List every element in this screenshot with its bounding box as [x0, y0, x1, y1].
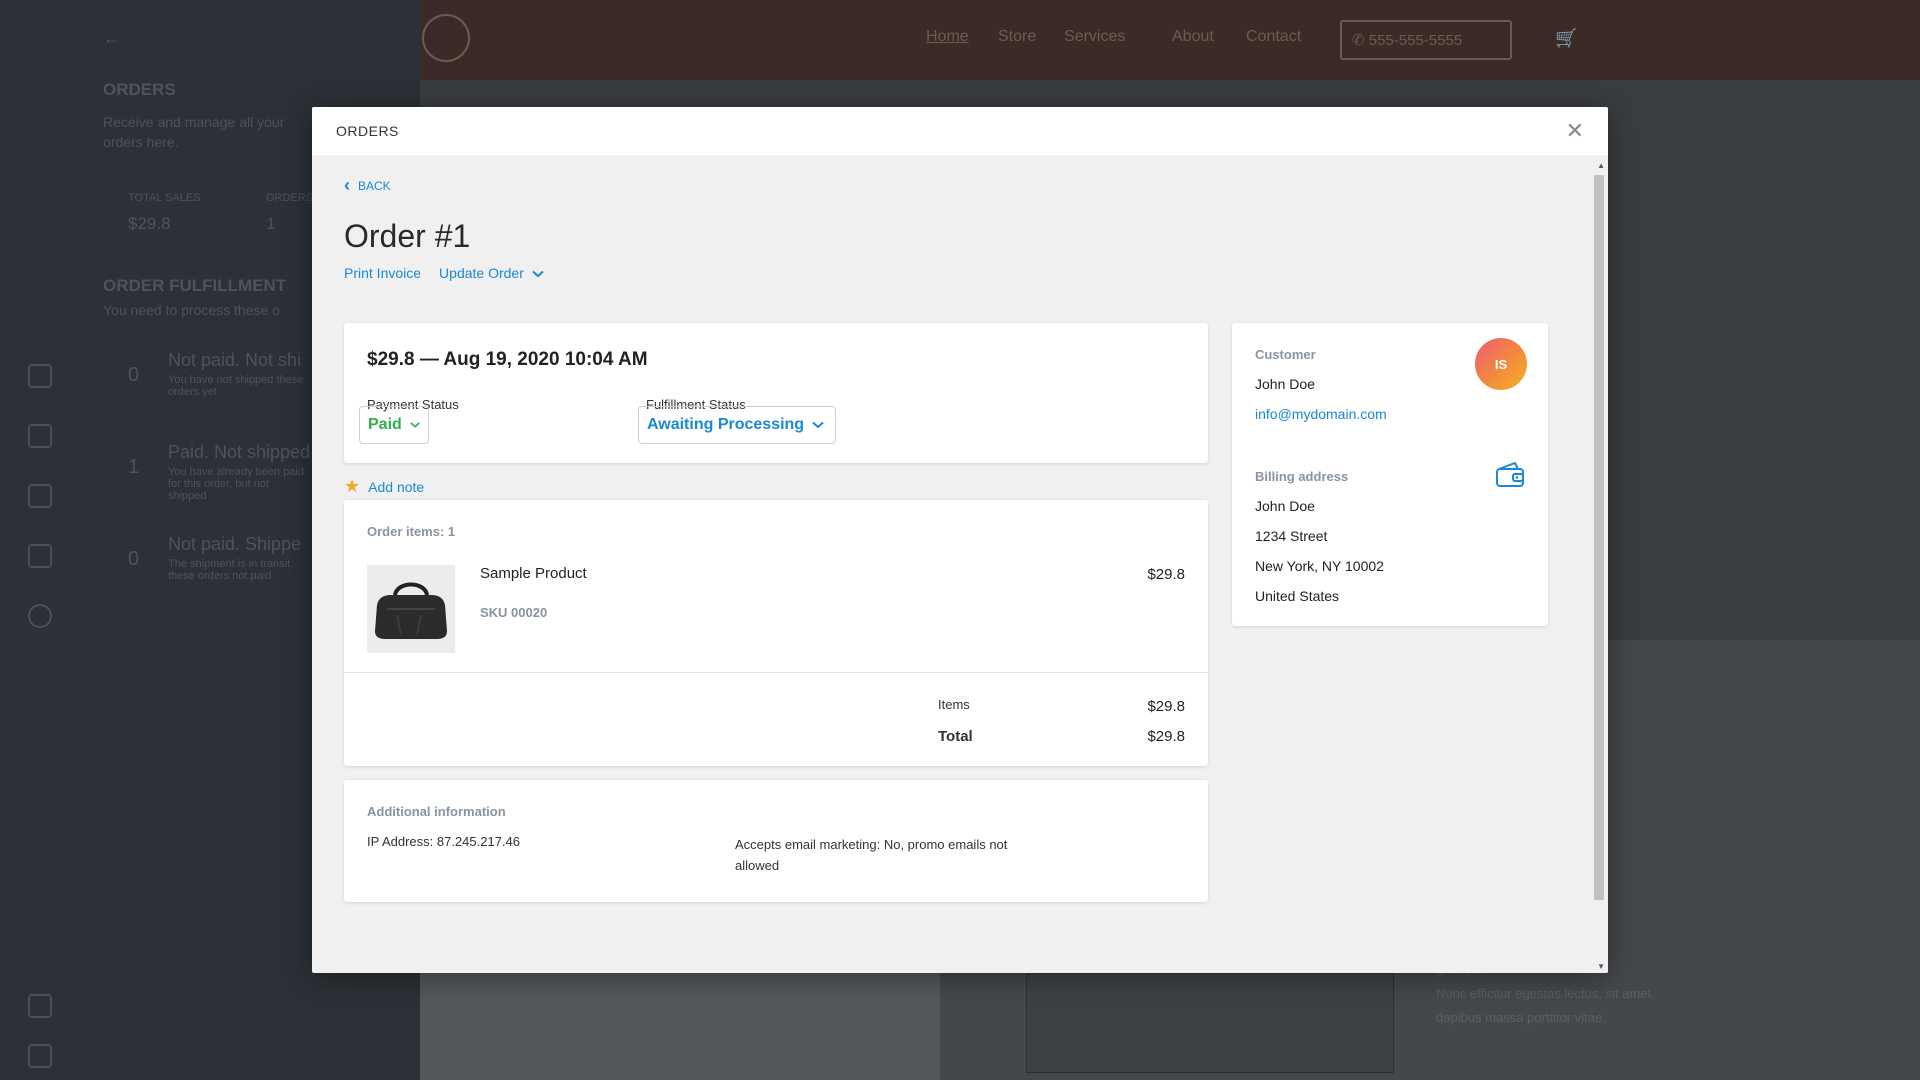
print-invoice-link[interactable]: Print Invoice	[344, 265, 421, 281]
apps-icon	[28, 994, 52, 1018]
scroll-up-arrow-icon[interactable]: ▲	[1597, 161, 1605, 170]
bg-group-title: Not paid. Shippe	[168, 534, 302, 554]
order-actions: Print Invoice Update Order	[344, 265, 544, 281]
bg-fulfillment-title: ORDER FULFILLMENT	[103, 276, 287, 295]
ip-address: IP Address: 87.245.217.46	[367, 834, 520, 849]
tools-icon	[28, 544, 52, 568]
update-order-dropdown[interactable]: Update Order	[439, 265, 544, 281]
bg-orders-title: ORDERS	[103, 80, 176, 99]
order-items-card: Order items: 1 Sample Product SKU 00020 …	[344, 500, 1208, 766]
modal-body: ‹ BACK Order #1 Print Invoice Update Ord…	[312, 155, 1592, 973]
site-nav-services: Services	[1064, 28, 1126, 45]
pages-icon	[28, 364, 52, 388]
lock-icon	[28, 1044, 52, 1068]
bg-fulfillment-subtitle: You need to process these o	[103, 302, 280, 318]
payment-status-select[interactable]: Paid	[359, 406, 429, 444]
back-button[interactable]: ‹ BACK	[344, 175, 391, 196]
scroll-thumb[interactable]	[1594, 175, 1604, 900]
billing-line: 1234 Street	[1255, 528, 1328, 544]
chevron-down-icon	[532, 270, 544, 278]
site-photo	[1026, 973, 1394, 1073]
product-price: $29.8	[1147, 566, 1185, 583]
chevron-down-icon	[410, 422, 420, 428]
customer-card: Customer John Doe info@mydomain.com IS B…	[1232, 323, 1548, 626]
update-order-label: Update Order	[439, 265, 524, 281]
bg-orders-label: ORDERS	[266, 192, 314, 204]
page-title: Order #1	[344, 218, 471, 254]
items-subtotal-value: $29.8	[1147, 698, 1185, 715]
additional-info-card: Additional information IP Address: 87.24…	[344, 780, 1208, 902]
settings-icon	[28, 604, 52, 628]
add-note-label: Add note	[368, 478, 425, 495]
product-sku: SKU 00020	[480, 605, 548, 620]
additional-info-title: Additional information	[367, 804, 506, 819]
bg-group-count: 0	[128, 364, 140, 386]
scrollbar[interactable]: ▲ ▼	[1592, 155, 1608, 973]
email-marketing-status: Accepts email marketing: No, promo email…	[735, 837, 1008, 873]
bg-group-desc: You have not shipped these orders yet	[168, 374, 304, 398]
billing-address-label: Billing address	[1255, 469, 1349, 484]
bg-group-count: 0	[128, 548, 140, 570]
bg-total-sales-value: $29.8	[128, 214, 171, 233]
cart-icon: 🛒	[1555, 28, 1578, 48]
billing-line: United States	[1255, 588, 1340, 604]
wallet-icon	[1496, 461, 1524, 487]
payment-status-value: Paid	[368, 416, 402, 433]
orders-modal: ORDERS ✕ ‹ BACK Order #1 Print Invoice U…	[312, 107, 1608, 973]
order-items-count: Order items: 1	[367, 524, 456, 539]
product-name: Sample Product	[480, 565, 587, 582]
site-footer-text: dapibus massa porttitor vitae.	[1436, 1010, 1606, 1025]
bg-orders-value: 1	[266, 214, 276, 233]
billing-line: John Doe	[1255, 498, 1315, 514]
avatar: IS	[1475, 338, 1527, 390]
store-icon	[28, 484, 52, 508]
site-nav-home: Home	[926, 28, 969, 45]
site-phone-button: ✆ 555-555-5555	[1340, 20, 1512, 60]
site-footer-text: Nunc efficitur egestas lectus, sit amet	[1436, 986, 1652, 1001]
product-image	[367, 565, 455, 653]
customer-email-link[interactable]: info@mydomain.com	[1255, 406, 1387, 422]
total-value: $29.8	[1147, 728, 1185, 745]
bg-group-title: Not paid. Not shi	[168, 350, 302, 370]
site-nav-about: About	[1172, 28, 1214, 45]
bg-orders-subtitle: Receive and manage all your orders here.	[103, 114, 285, 150]
scroll-down-arrow-icon[interactable]: ▼	[1597, 962, 1605, 971]
fulfillment-status-value: Awaiting Processing	[647, 416, 805, 433]
bg-group-title: Paid. Not shipped	[168, 442, 311, 462]
total-label: Total	[938, 728, 973, 745]
fulfillment-status-select[interactable]: Awaiting Processing	[638, 406, 836, 444]
items-subtotal-label: Items	[938, 697, 970, 712]
modal-title: ORDERS	[336, 123, 399, 139]
chevron-left-icon: ‹	[344, 175, 350, 195]
billing-line: New York, NY 10002	[1255, 558, 1384, 574]
divider	[344, 672, 1208, 673]
customer-name: John Doe	[1255, 376, 1315, 392]
back-arrow-icon: ←	[103, 28, 121, 48]
star-icon: ★	[344, 476, 361, 496]
avatar-initials: IS	[1494, 356, 1508, 372]
close-icon[interactable]: ✕	[1566, 120, 1584, 142]
bg-group-desc: You have already been paid for this orde…	[168, 466, 304, 502]
site-header-bg	[420, 0, 1920, 80]
site-logo	[422, 14, 470, 62]
order-summary-headline: $29.8 — Aug 19, 2020 10:04 AM	[367, 349, 648, 370]
bg-group-desc: The shipment is in transit, these orders…	[168, 558, 294, 582]
site-photo	[420, 960, 940, 1080]
add-note-button[interactable]: ★ Add note	[344, 476, 424, 497]
bg-total-sales-label: TOTAL SALES	[128, 192, 201, 204]
order-summary-card: $29.8 — Aug 19, 2020 10:04 AM Payment St…	[344, 323, 1208, 463]
blog-icon	[28, 424, 52, 448]
site-nav-contact: Contact	[1246, 28, 1302, 45]
modal-header: ORDERS ✕	[312, 107, 1608, 155]
bg-group-count: 1	[128, 456, 140, 478]
site-nav-store: Store	[998, 28, 1037, 45]
chevron-down-icon	[812, 421, 824, 429]
customer-label: Customer	[1255, 347, 1316, 362]
back-label: BACK	[358, 178, 391, 193]
